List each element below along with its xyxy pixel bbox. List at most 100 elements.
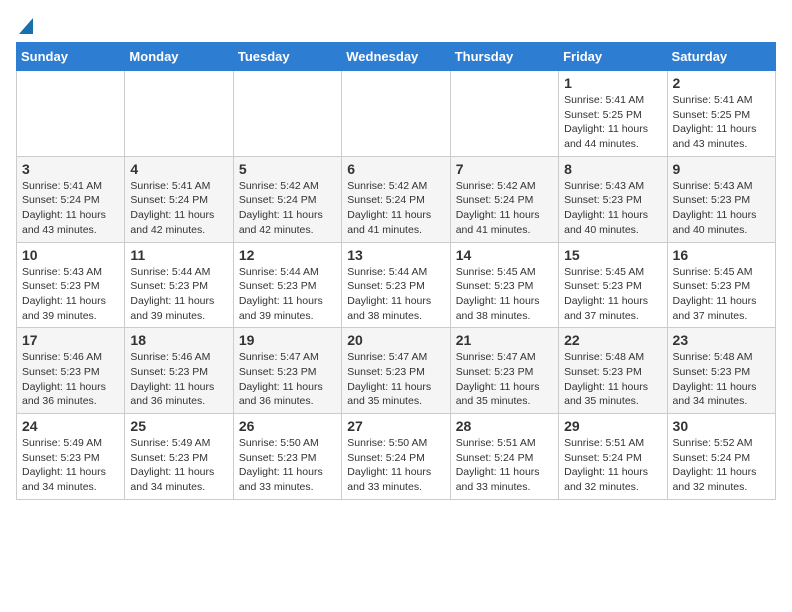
calendar-header-row: SundayMondayTuesdayWednesdayThursdayFrid… (17, 43, 776, 71)
day-info: Sunrise: 5:46 AM Sunset: 5:23 PM Dayligh… (130, 350, 227, 409)
calendar-cell (233, 71, 341, 157)
day-info: Sunrise: 5:51 AM Sunset: 5:24 PM Dayligh… (456, 436, 553, 495)
day-info: Sunrise: 5:45 AM Sunset: 5:23 PM Dayligh… (564, 265, 661, 324)
calendar-cell: 16Sunrise: 5:45 AM Sunset: 5:23 PM Dayli… (667, 242, 775, 328)
day-number: 4 (130, 161, 227, 177)
calendar-cell: 30Sunrise: 5:52 AM Sunset: 5:24 PM Dayli… (667, 414, 775, 500)
calendar-cell: 14Sunrise: 5:45 AM Sunset: 5:23 PM Dayli… (450, 242, 558, 328)
calendar-cell: 22 Sunrise: 5:48 AM Sunset: 5:23 PM Dayli… (559, 328, 667, 414)
calendar-cell: 9 Sunrise: 5:43 AM Sunset: 5:23 PM Daylig… (667, 156, 775, 242)
calendar-cell: 27 Sunrise: 5:50 AM Sunset: 5:24 PM Dayli… (342, 414, 450, 500)
day-number: 7 (456, 161, 553, 177)
calendar-cell (125, 71, 233, 157)
day-number: 8 (564, 161, 661, 177)
day-number: 23 (673, 332, 770, 348)
calendar-cell: 25 Sunrise: 5:49 AM Sunset: 5:23 PM Dayli… (125, 414, 233, 500)
calendar-cell: 7 Sunrise: 5:42 AM Sunset: 5:24 PM Daylig… (450, 156, 558, 242)
day-number: 18 (130, 332, 227, 348)
day-info: Sunrise: 5:50 AM Sunset: 5:23 PM Dayligh… (239, 436, 336, 495)
day-number: 6 (347, 161, 444, 177)
day-info: Sunrise: 5:43 AM Sunset: 5:23 PM Dayligh… (673, 179, 770, 238)
day-number: 12 (239, 247, 336, 263)
day-number: 21 (456, 332, 553, 348)
day-info: Sunrise: 5:52 AM Sunset: 5:24 PM Dayligh… (673, 436, 770, 495)
day-number: 24 (22, 418, 119, 434)
day-number: 29 (564, 418, 661, 434)
day-info: Sunrise: 5:47 AM Sunset: 5:23 PM Dayligh… (347, 350, 444, 409)
calendar-cell: 20 Sunrise: 5:47 AM Sunset: 5:23 PM Dayli… (342, 328, 450, 414)
logo (16, 16, 33, 34)
day-number: 26 (239, 418, 336, 434)
calendar-header-tuesday: Tuesday (233, 43, 341, 71)
calendar-week-row: 17Sunrise: 5:46 AM Sunset: 5:23 PM Dayli… (17, 328, 776, 414)
calendar-cell: 8 Sunrise: 5:43 AM Sunset: 5:23 PM Daylig… (559, 156, 667, 242)
calendar-cell: 18 Sunrise: 5:46 AM Sunset: 5:23 PM Dayli… (125, 328, 233, 414)
day-info: Sunrise: 5:46 AM Sunset: 5:23 PM Dayligh… (22, 350, 119, 409)
day-number: 2 (673, 75, 770, 91)
logo-triangle-icon (19, 18, 33, 34)
calendar-cell: 24 Sunrise: 5:49 AM Sunset: 5:23 PM Dayli… (17, 414, 125, 500)
calendar-header-thursday: Thursday (450, 43, 558, 71)
calendar-cell: 13 Sunrise: 5:44 AM Sunset: 5:23 PM Dayli… (342, 242, 450, 328)
day-info: Sunrise: 5:49 AM Sunset: 5:23 PM Dayligh… (22, 436, 119, 495)
day-info: Sunrise: 5:44 AM Sunset: 5:23 PM Dayligh… (347, 265, 444, 324)
calendar-header-saturday: Saturday (667, 43, 775, 71)
calendar-cell: 21 Sunrise: 5:47 AM Sunset: 5:23 PM Dayli… (450, 328, 558, 414)
day-info: Sunrise: 5:45 AM Sunset: 5:23 PM Dayligh… (456, 265, 553, 324)
day-info: Sunrise: 5:48 AM Sunset: 5:23 PM Dayligh… (564, 350, 661, 409)
calendar-header-wednesday: Wednesday (342, 43, 450, 71)
day-number: 13 (347, 247, 444, 263)
day-number: 15 (564, 247, 661, 263)
day-number: 9 (673, 161, 770, 177)
day-info: Sunrise: 5:44 AM Sunset: 5:23 PM Dayligh… (130, 265, 227, 324)
day-info: Sunrise: 5:41 AM Sunset: 5:24 PM Dayligh… (130, 179, 227, 238)
calendar-header-sunday: Sunday (17, 43, 125, 71)
calendar-cell: 15 Sunrise: 5:45 AM Sunset: 5:23 PM Dayli… (559, 242, 667, 328)
calendar-cell: 10 Sunrise: 5:43 AM Sunset: 5:23 PM Dayli… (17, 242, 125, 328)
calendar-cell: 3Sunrise: 5:41 AM Sunset: 5:24 PM Daylig… (17, 156, 125, 242)
calendar-cell: 6Sunrise: 5:42 AM Sunset: 5:24 PM Daylig… (342, 156, 450, 242)
calendar-cell (450, 71, 558, 157)
calendar-cell: 23Sunrise: 5:48 AM Sunset: 5:23 PM Dayli… (667, 328, 775, 414)
day-info: Sunrise: 5:41 AM Sunset: 5:25 PM Dayligh… (673, 93, 770, 152)
day-number: 28 (456, 418, 553, 434)
calendar-cell: 4 Sunrise: 5:41 AM Sunset: 5:24 PM Daylig… (125, 156, 233, 242)
calendar-header-monday: Monday (125, 43, 233, 71)
day-number: 22 (564, 332, 661, 348)
page-header (16, 16, 776, 34)
calendar-cell: 2 Sunrise: 5:41 AM Sunset: 5:25 PM Daylig… (667, 71, 775, 157)
calendar-week-row: 24 Sunrise: 5:49 AM Sunset: 5:23 PM Dayli… (17, 414, 776, 500)
day-info: Sunrise: 5:47 AM Sunset: 5:23 PM Dayligh… (239, 350, 336, 409)
day-info: Sunrise: 5:43 AM Sunset: 5:23 PM Dayligh… (564, 179, 661, 238)
calendar-cell: 19 Sunrise: 5:47 AM Sunset: 5:23 PM Dayli… (233, 328, 341, 414)
day-info: Sunrise: 5:50 AM Sunset: 5:24 PM Dayligh… (347, 436, 444, 495)
day-number: 10 (22, 247, 119, 263)
day-number: 3 (22, 161, 119, 177)
day-number: 19 (239, 332, 336, 348)
calendar-table: SundayMondayTuesdayWednesdayThursdayFrid… (16, 42, 776, 500)
day-info: Sunrise: 5:43 AM Sunset: 5:23 PM Dayligh… (22, 265, 119, 324)
calendar-cell: 26 Sunrise: 5:50 AM Sunset: 5:23 PM Dayli… (233, 414, 341, 500)
calendar-cell: 12Sunrise: 5:44 AM Sunset: 5:23 PM Dayli… (233, 242, 341, 328)
calendar-cell: 5 Sunrise: 5:42 AM Sunset: 5:24 PM Daylig… (233, 156, 341, 242)
day-number: 25 (130, 418, 227, 434)
calendar-cell: 17Sunrise: 5:46 AM Sunset: 5:23 PM Dayli… (17, 328, 125, 414)
day-info: Sunrise: 5:49 AM Sunset: 5:23 PM Dayligh… (130, 436, 227, 495)
calendar-cell: 28 Sunrise: 5:51 AM Sunset: 5:24 PM Dayli… (450, 414, 558, 500)
day-info: Sunrise: 5:42 AM Sunset: 5:24 PM Dayligh… (456, 179, 553, 238)
calendar-cell: 29 Sunrise: 5:51 AM Sunset: 5:24 PM Dayli… (559, 414, 667, 500)
day-info: Sunrise: 5:47 AM Sunset: 5:23 PM Dayligh… (456, 350, 553, 409)
calendar-header-friday: Friday (559, 43, 667, 71)
day-number: 11 (130, 247, 227, 263)
calendar-cell: 1Sunrise: 5:41 AM Sunset: 5:25 PM Daylig… (559, 71, 667, 157)
day-number: 5 (239, 161, 336, 177)
calendar-cell (342, 71, 450, 157)
day-number: 27 (347, 418, 444, 434)
calendar-cell (17, 71, 125, 157)
day-number: 20 (347, 332, 444, 348)
day-info: Sunrise: 5:41 AM Sunset: 5:25 PM Dayligh… (564, 93, 661, 152)
day-info: Sunrise: 5:51 AM Sunset: 5:24 PM Dayligh… (564, 436, 661, 495)
day-info: Sunrise: 5:42 AM Sunset: 5:24 PM Dayligh… (239, 179, 336, 238)
day-info: Sunrise: 5:45 AM Sunset: 5:23 PM Dayligh… (673, 265, 770, 324)
calendar-week-row: 10 Sunrise: 5:43 AM Sunset: 5:23 PM Dayli… (17, 242, 776, 328)
